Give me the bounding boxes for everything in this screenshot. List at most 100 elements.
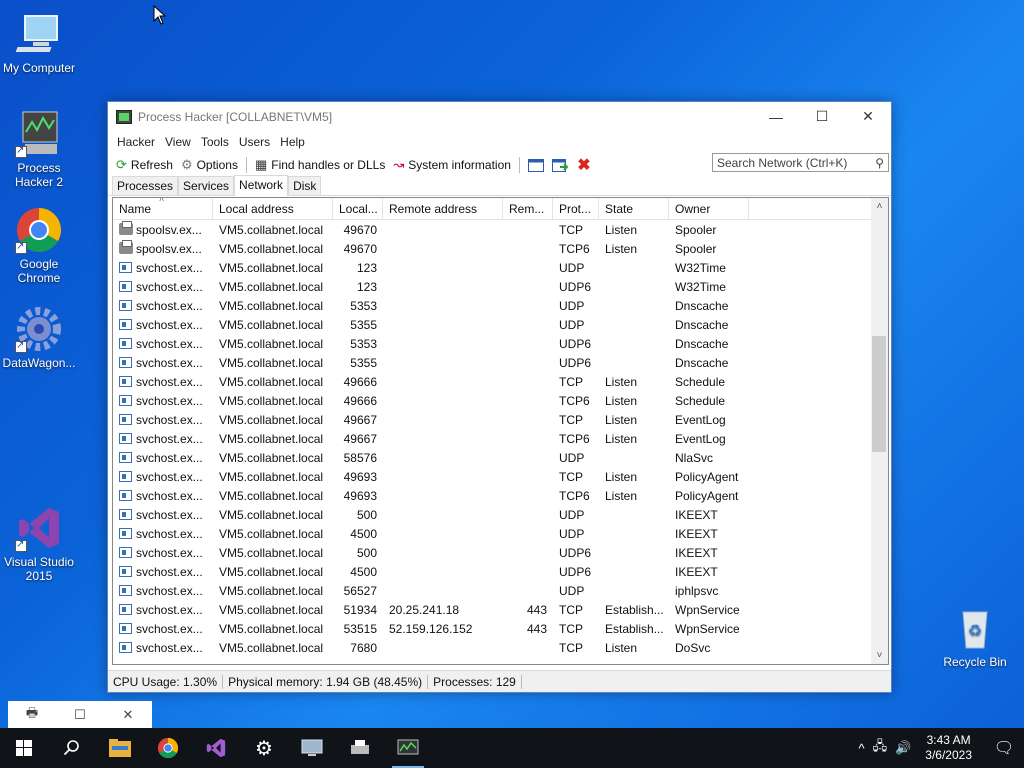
maximize-icon[interactable]: ☐ xyxy=(56,707,104,723)
table-row[interactable]: svchost.ex... VM5.collabnet.local 51934 20.… xyxy=(113,601,873,620)
menu-view[interactable]: View xyxy=(160,135,196,149)
window-go-icon[interactable] xyxy=(551,157,569,173)
table-row[interactable]: svchost.ex... VM5.collabnet.local 5355 UDP D… xyxy=(113,316,873,335)
table-row[interactable]: svchost.ex... VM5.collabnet.local 5353 UDP6… xyxy=(113,335,873,354)
table-row[interactable]: svchost.ex... VM5.collabnet.local 56527 UDP… xyxy=(113,582,873,601)
desktop-icon-process-hacker[interactable]: Process Hacker 2 xyxy=(1,110,77,189)
scroll-up-icon[interactable]: ˄ xyxy=(871,198,888,215)
table-row[interactable]: svchost.ex... VM5.collabnet.local 5353 UDP D… xyxy=(113,297,873,316)
table-row[interactable]: svchost.ex... VM5.collabnet.local 49667 TCP… xyxy=(113,411,873,430)
restore-icon[interactable]: 🖶 xyxy=(8,704,56,726)
scroll-down-icon[interactable]: ˅ xyxy=(871,647,888,664)
process-hacker-window[interactable]: Process Hacker [COLLABNET\VM5] — ☐ ✕ Hac… xyxy=(107,101,892,693)
taskbar-process-hacker[interactable] xyxy=(384,728,432,768)
table-row[interactable]: svchost.ex... VM5.collabnet.local 49666 TCP… xyxy=(113,392,873,411)
table-row[interactable]: svchost.ex... VM5.collabnet.local 4500 UDP I… xyxy=(113,525,873,544)
column-local-address[interactable]: Local address xyxy=(213,198,333,220)
taskbar-app-printer[interactable] xyxy=(336,728,384,768)
table-row[interactable]: svchost.ex... VM5.collabnet.local 123 UDP W3… xyxy=(113,259,873,278)
vertical-scrollbar[interactable]: ˄ ˅ xyxy=(871,198,888,664)
column-owner[interactable]: Owner xyxy=(669,198,749,220)
minimized-window[interactable]: 🖶 ☐ ✕ xyxy=(8,701,152,728)
chevron-up-icon[interactable]: ^ xyxy=(858,741,864,756)
cell-lport: 4500 xyxy=(350,565,377,579)
menu-hacker[interactable]: Hacker xyxy=(112,135,160,149)
table-row[interactable]: svchost.ex... VM5.collabnet.local 49667 TCP… xyxy=(113,430,873,449)
desktop-icon-visual-studio[interactable]: Visual Studio 2015 xyxy=(1,504,77,583)
network-icon[interactable]: 🖧 xyxy=(873,737,888,759)
close-icon[interactable]: ✕ xyxy=(104,707,152,723)
process-icon xyxy=(119,585,132,596)
table-row[interactable]: spoolsv.ex... VM5.collabnet.local 49670 TCP… xyxy=(113,221,873,240)
desktop-icon-label: Process Hacker 2 xyxy=(14,161,64,189)
list-rows: spoolsv.ex... VM5.collabnet.local 49670 TCP… xyxy=(113,221,873,658)
column-remote-port[interactable]: Rem... xyxy=(503,198,553,220)
taskbar-chrome[interactable] xyxy=(144,728,192,768)
scrollbar-thumb[interactable] xyxy=(872,336,886,452)
cell-name: svchost.ex... xyxy=(113,430,213,449)
column-state[interactable]: State xyxy=(599,198,669,220)
cell-state xyxy=(599,544,669,563)
start-button[interactable] xyxy=(0,728,48,768)
tab-disk[interactable]: Disk xyxy=(288,176,322,195)
taskbar-visual-studio[interactable] xyxy=(192,728,240,768)
table-row[interactable]: svchost.ex... VM5.collabnet.local 49693 TCP… xyxy=(113,468,873,487)
printer-icon xyxy=(351,740,369,754)
menu-users[interactable]: Users xyxy=(234,135,275,149)
menu-bar: Hacker View Tools Users Help xyxy=(108,131,891,153)
column-protocol[interactable]: Prot... xyxy=(553,198,599,220)
cell-rport xyxy=(503,373,553,392)
close-button[interactable]: ✕ xyxy=(845,102,891,131)
refresh-button[interactable]: ⟳ Refresh xyxy=(112,157,177,173)
table-row[interactable]: svchost.ex... VM5.collabnet.local 123 UDP6 W… xyxy=(113,278,873,297)
terminate-icon[interactable]: ✖ xyxy=(575,157,593,174)
search-button[interactable] xyxy=(48,728,96,768)
cell-local: VM5.collabnet.local xyxy=(219,470,324,484)
find-handles-button[interactable]: ▦ Find handles or DLLs xyxy=(251,157,389,173)
taskbar-app-monitor[interactable] xyxy=(288,728,336,768)
process-count: Processes: 129 xyxy=(428,674,522,689)
table-row[interactable]: svchost.ex... VM5.collabnet.local 4500 UDP6… xyxy=(113,563,873,582)
table-row[interactable]: svchost.ex... VM5.collabnet.local 53515 52.… xyxy=(113,620,873,639)
volume-icon[interactable]: 🔊 xyxy=(895,740,911,756)
title-bar[interactable]: Process Hacker [COLLABNET\VM5] — ☐ ✕ xyxy=(108,102,891,131)
maximize-button[interactable]: ☐ xyxy=(799,102,845,131)
table-row[interactable]: svchost.ex... VM5.collabnet.local 7680 TCP L… xyxy=(113,639,873,658)
menu-help[interactable]: Help xyxy=(275,135,310,149)
tab-processes[interactable]: Processes xyxy=(112,176,179,195)
desktop-icon-recycle-bin[interactable]: ♻ Recycle Bin xyxy=(937,604,1013,669)
table-row[interactable]: svchost.ex... VM5.collabnet.local 500 UDP IK… xyxy=(113,506,873,525)
options-button[interactable]: ⚙ Options xyxy=(177,157,242,173)
network-list[interactable]: ˄ Name Local address Local... Remote add… xyxy=(112,197,889,665)
cell-remote xyxy=(383,392,503,411)
notification-icon[interactable]: 🗨 xyxy=(984,728,1024,768)
window-icon[interactable] xyxy=(527,157,545,173)
cell-name: svchost.ex... xyxy=(113,297,213,316)
column-local-port[interactable]: Local... xyxy=(333,198,383,220)
cell-rport xyxy=(503,449,553,468)
minimize-button[interactable]: — xyxy=(753,102,799,131)
desktop-icon-google-chrome[interactable]: Google Chrome xyxy=(1,206,77,285)
table-row[interactable]: svchost.ex... VM5.collabnet.local 58576 UDP… xyxy=(113,449,873,468)
table-row[interactable]: svchost.ex... VM5.collabnet.local 49693 TCP… xyxy=(113,487,873,506)
system-information-button[interactable]: ↝ System information xyxy=(389,157,515,173)
table-row[interactable]: svchost.ex... VM5.collabnet.local 49666 TCP… xyxy=(113,373,873,392)
column-remote-address[interactable]: Remote address xyxy=(383,198,503,220)
clock[interactable]: 3:43 AM 3/6/2023 xyxy=(925,733,972,763)
table-row[interactable]: svchost.ex... VM5.collabnet.local 5355 UDP6… xyxy=(113,354,873,373)
menu-tools[interactable]: Tools xyxy=(196,135,234,149)
tab-services[interactable]: Services xyxy=(178,176,235,195)
tab-network[interactable]: Network xyxy=(234,175,289,196)
search-input[interactable]: Search Network (Ctrl+K) ⚲ xyxy=(712,153,889,172)
cell-lport: 5355 xyxy=(350,356,377,370)
table-row[interactable]: spoolsv.ex... VM5.collabnet.local 49670 TCP… xyxy=(113,240,873,259)
cell-proto: UDP6 xyxy=(559,546,592,560)
cell-remote xyxy=(383,373,503,392)
taskbar-settings[interactable]: ⚙ xyxy=(240,728,288,768)
windows-icon xyxy=(16,740,32,756)
desktop-icon-my-computer[interactable]: My Computer xyxy=(1,10,77,75)
taskbar-file-explorer[interactable] xyxy=(96,728,144,768)
table-row[interactable]: svchost.ex... VM5.collabnet.local 500 UDP6 I… xyxy=(113,544,873,563)
desktop-icon-datawagon[interactable]: DataWagon... xyxy=(1,305,77,370)
cell-local: VM5.collabnet.local xyxy=(219,223,324,237)
